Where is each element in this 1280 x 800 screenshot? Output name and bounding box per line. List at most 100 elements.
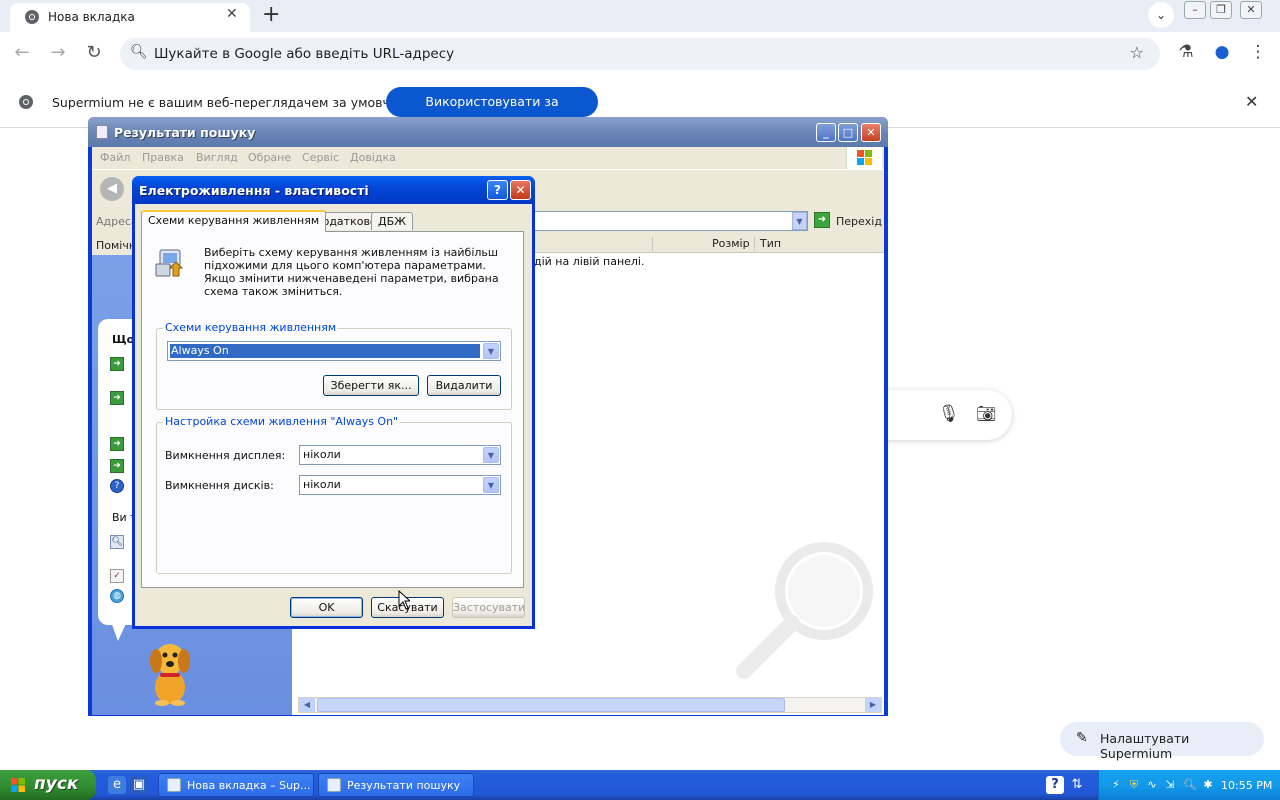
power-schemes-panel: Виберіть схему керування живленням із на… bbox=[141, 231, 524, 588]
tab-search-icon[interactable]: ⌄ bbox=[1148, 2, 1174, 28]
help-icon[interactable]: ? bbox=[1046, 776, 1064, 794]
ok-button[interactable]: OK bbox=[290, 597, 363, 618]
go-arrow-icon[interactable]: ➜ bbox=[814, 212, 830, 228]
chevron-down-icon[interactable]: ▼ bbox=[792, 212, 807, 230]
shield-icon[interactable]: ⛨ bbox=[1127, 778, 1141, 792]
pane-header-label: Помічн bbox=[96, 239, 137, 252]
dialog-title: Електроживлення - властивості bbox=[139, 183, 369, 198]
new-tab-button[interactable]: + bbox=[262, 2, 280, 27]
forward-icon[interactable]: → bbox=[46, 42, 70, 63]
arrow-right-icon[interactable]: ➜ bbox=[110, 391, 124, 405]
profile-icon[interactable]: ● bbox=[1210, 42, 1234, 62]
disks-off-label: Вимкнення дисків: bbox=[165, 479, 274, 492]
tab-ups[interactable]: ДБЖ bbox=[371, 212, 413, 230]
clock: 10:55 PM bbox=[1221, 779, 1273, 792]
reload-icon[interactable]: ↻ bbox=[82, 42, 106, 63]
apply-button[interactable]: Застосувати bbox=[452, 597, 525, 618]
disks-off-select[interactable]: ніколи ▼ bbox=[299, 475, 501, 495]
minimize-icon[interactable]: – bbox=[1184, 1, 1206, 19]
help-icon[interactable]: ? bbox=[110, 479, 124, 493]
customize-button[interactable]: ✎ Налаштувати Supermium bbox=[1060, 722, 1264, 761]
pencil-icon: ✎ bbox=[1076, 730, 1088, 746]
menu-favorites[interactable]: Обране bbox=[248, 151, 291, 164]
arrow-right-icon[interactable]: ➜ bbox=[110, 357, 124, 371]
chevron-down-icon[interactable]: ▼ bbox=[483, 447, 499, 463]
tab-title: Нова вкладка bbox=[48, 10, 135, 24]
menu-help[interactable]: Довідка bbox=[350, 151, 396, 164]
delete-button[interactable]: Видалити bbox=[427, 375, 501, 396]
save-as-button[interactable]: Зберегти як... bbox=[323, 375, 419, 396]
network-icon[interactable]: ⚡ bbox=[1109, 778, 1123, 792]
document-icon bbox=[327, 778, 341, 792]
address-field[interactable] bbox=[532, 211, 808, 231]
tab-power-schemes[interactable]: Схеми керування живленням bbox=[141, 210, 327, 232]
scroll-thumb[interactable] bbox=[317, 698, 785, 712]
customize-label: Налаштувати Supermium bbox=[1100, 731, 1190, 761]
window-close-icon[interactable]: ✕ bbox=[1240, 1, 1262, 19]
taskbar-item-search[interactable]: Результати пошуку bbox=[318, 773, 474, 797]
help-button[interactable]: ? bbox=[487, 180, 508, 200]
menu-tools[interactable]: Сервіс bbox=[302, 151, 339, 164]
browser-toolbar: ← → ↻ 🔍︎ ☆ ⚗ ● ⋮ bbox=[0, 32, 1280, 76]
search-icon[interactable]: 🔍︎ bbox=[1183, 778, 1197, 792]
restore-icon[interactable]: ❐ bbox=[1210, 1, 1232, 19]
infobar-close-icon[interactable]: ✕ bbox=[1245, 92, 1258, 111]
safely-remove-icon[interactable]: ⇲ bbox=[1163, 778, 1177, 792]
taskbar-item-browser-label: Нова вкладка – Sup... bbox=[187, 779, 311, 792]
arrow-right-icon[interactable]: ➜ bbox=[110, 459, 124, 473]
arrow-right-icon[interactable]: ➜ bbox=[110, 437, 124, 451]
back-icon[interactable]: ← bbox=[10, 42, 34, 63]
taskbar-item-browser[interactable]: Нова вкладка – Sup... bbox=[158, 773, 314, 797]
show-desktop-icon[interactable]: ▣ bbox=[130, 776, 148, 794]
tab-new-tab[interactable]: Нова вкладка ✕ bbox=[10, 3, 250, 32]
go-button[interactable]: Перехід bbox=[836, 215, 882, 228]
maximize-icon[interactable]: □ bbox=[838, 123, 858, 142]
internet-explorer-icon[interactable]: e bbox=[108, 776, 126, 794]
mouse-cursor-icon bbox=[398, 590, 410, 610]
taskbar: пуск e ▣ Нова вкладка – Sup... Результат… bbox=[0, 770, 1280, 800]
minimize-icon[interactable]: _ bbox=[816, 123, 836, 142]
ntp-search-box[interactable]: 🎙︎ 📷︎ bbox=[880, 390, 1012, 440]
power-options-dialog: Електроживлення - властивості ? ✕ Схеми … bbox=[132, 176, 535, 629]
power-scheme-select[interactable]: Always On ▼ bbox=[167, 341, 501, 361]
power-options-icon bbox=[155, 249, 184, 277]
horizontal-scrollbar[interactable]: ◀ ▶ bbox=[298, 697, 882, 713]
search-dog-icon[interactable] bbox=[144, 637, 196, 707]
tab-close-icon[interactable]: ✕ bbox=[226, 6, 238, 22]
microphone-icon[interactable]: 🎙︎ bbox=[938, 404, 960, 424]
scroll-left-icon[interactable]: ◀ bbox=[299, 698, 315, 712]
close-icon[interactable]: ✕ bbox=[861, 123, 881, 142]
explorer-titlebar[interactable]: Результати пошуку _ □ ✕ bbox=[88, 117, 888, 147]
magnifier-watermark-icon bbox=[736, 542, 873, 679]
menu-view[interactable]: Вигляд bbox=[196, 151, 238, 164]
camera-icon[interactable]: 📷︎ bbox=[976, 404, 996, 423]
tools-icon[interactable]: ✱ bbox=[1201, 778, 1215, 792]
globe-icon[interactable]: ◍ bbox=[110, 589, 124, 603]
menu-icon[interactable]: ⋮ bbox=[1246, 42, 1270, 62]
column-type[interactable]: Тип bbox=[760, 237, 781, 250]
disks-off-value: ніколи bbox=[303, 478, 341, 491]
menu-edit[interactable]: Правка bbox=[142, 151, 184, 164]
chevron-down-icon[interactable]: ▼ bbox=[483, 477, 499, 493]
back-icon[interactable]: ◀ bbox=[100, 177, 124, 201]
omnibox-input[interactable] bbox=[152, 43, 1112, 65]
scroll-right-icon[interactable]: ▶ bbox=[865, 698, 881, 712]
start-button[interactable]: пуск bbox=[0, 770, 96, 800]
set-default-button[interactable]: Використовувати за умовчанням bbox=[386, 87, 598, 139]
search-icon[interactable]: 🔍︎ bbox=[110, 535, 124, 549]
taskbar-item-search-label: Результати пошуку bbox=[347, 779, 461, 792]
checklist-icon[interactable]: ✓ bbox=[110, 569, 124, 583]
column-size[interactable]: Розмір bbox=[712, 237, 750, 250]
omnibox[interactable]: 🔍︎ ☆ bbox=[120, 38, 1160, 70]
bookmark-star-icon[interactable]: ☆ bbox=[1130, 43, 1144, 62]
labs-icon[interactable]: ⚗ bbox=[1174, 42, 1198, 62]
close-button[interactable]: ✕ bbox=[510, 180, 531, 200]
menu-file[interactable]: Файл bbox=[100, 151, 130, 164]
display-off-select[interactable]: ніколи ▼ bbox=[299, 445, 501, 465]
dialog-titlebar[interactable]: Електроживлення - властивості ? ✕ bbox=[132, 176, 535, 204]
wireless-icon[interactable]: ∿ bbox=[1145, 778, 1159, 792]
tab-strip: Нова вкладка ✕ + ⌄ – ❐ ✕ bbox=[0, 0, 1280, 32]
notification-icon[interactable]: ⇅ bbox=[1068, 776, 1086, 794]
explorer-menubar: Файл Правка Вигляд Обране Сервіс Довідка bbox=[92, 147, 884, 169]
chevron-down-icon[interactable]: ▼ bbox=[483, 343, 499, 359]
